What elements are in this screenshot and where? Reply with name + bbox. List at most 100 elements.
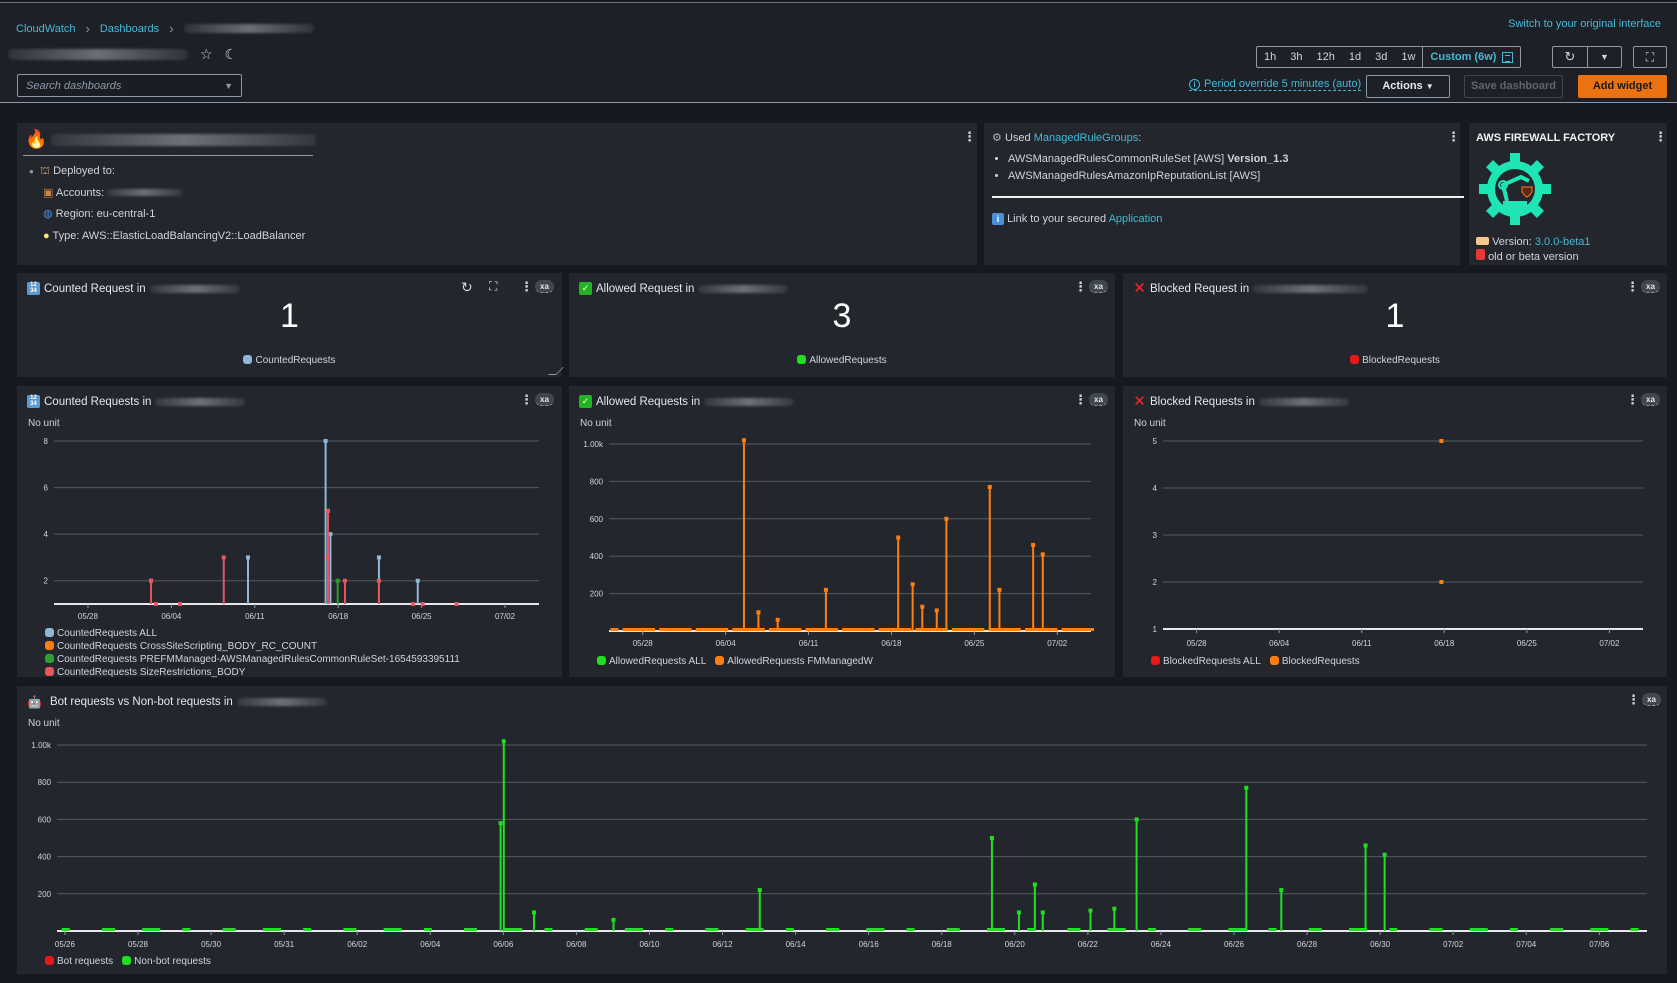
deployed-to-label: Deployed to: [53, 165, 115, 177]
application-link[interactable]: Application [1109, 213, 1163, 225]
data-point [1016, 910, 1021, 915]
baseline-activity [647, 628, 656, 631]
x-tick-label: 06/25 [412, 612, 433, 621]
data-point [410, 602, 415, 606]
widget-menu-icon[interactable]: ⋮ [963, 129, 976, 145]
widget-menu-icon[interactable]: ⋮ [1626, 279, 1639, 295]
widget-menu-icon[interactable]: ⋮ [1074, 279, 1087, 295]
xa-badge[interactable]: xa [1089, 280, 1108, 293]
time-range-12h[interactable]: 12h [1310, 47, 1342, 67]
actions-button[interactable]: Actions ▼ [1366, 75, 1450, 98]
moon-icon[interactable]: ☾ [225, 46, 238, 63]
xa-badge[interactable]: xa [1642, 693, 1661, 706]
data-point [1279, 888, 1284, 893]
save-dashboard-button[interactable]: Save dashboard [1464, 75, 1563, 98]
x-tick-label: 05/28 [78, 612, 99, 621]
legend-swatch [243, 355, 253, 364]
legend-swatch [1350, 355, 1360, 364]
baseline-activity [101, 928, 115, 931]
star-icon[interactable]: ☆ [200, 46, 213, 63]
data-point [1031, 542, 1036, 547]
expand-icon[interactable]: ⛶ [489, 279, 497, 294]
horizontal-rule [992, 196, 1464, 198]
legend-item[interactable]: Non-bot requests [122, 956, 211, 967]
period-override-link[interactable]: i Period override 5 minutes (auto) [1189, 78, 1362, 91]
widget-menu-icon[interactable]: ⋮ [1447, 129, 1460, 145]
counted-request-single-value: 12 34 Counted Request in ↻ ⛶ ⋮ xa 1 Counte… [17, 273, 564, 377]
baseline-activity [939, 628, 948, 631]
time-range-custom[interactable]: Custom (6w) [1422, 47, 1520, 67]
title-redacted [155, 397, 246, 406]
switch-interface-link[interactable]: Switch to your original interface [1508, 18, 1661, 30]
baseline-activity [665, 928, 674, 931]
time-range-3d[interactable]: 3d [1368, 47, 1394, 67]
data-point [1439, 580, 1444, 584]
baseline-activity [768, 628, 782, 631]
data-point [335, 578, 340, 583]
legend-item[interactable]: CountedRequests ALL [45, 628, 460, 639]
add-widget-button[interactable]: Add widget [1578, 75, 1667, 98]
search-dashboards[interactable]: ▼ [17, 74, 242, 97]
widget-menu-icon[interactable]: ⋮ [520, 392, 533, 408]
legend-swatch [122, 956, 132, 965]
time-range-1h[interactable]: 1h [1257, 47, 1283, 67]
time-range-3h[interactable]: 3h [1283, 47, 1309, 67]
xa-badge[interactable]: xa [1089, 393, 1108, 406]
blocked-requests-chart-widget: ✕ Blocked Requests in ⋮ xa No unit 1 2 3 4 5 0… [1123, 386, 1667, 677]
legend-swatch [715, 656, 725, 665]
time-range-1d[interactable]: 1d [1342, 47, 1368, 67]
legend-item[interactable]: AllowedRequests FMManagedW [715, 656, 873, 667]
x-tick-label: 06/18 [328, 612, 349, 621]
x-tick-label: 05/31 [274, 940, 295, 949]
baseline-activity [705, 928, 719, 931]
x-tick-label: 05/26 [55, 940, 76, 949]
legend-item[interactable]: CountedRequests CrossSiteScripting_BODY_… [45, 641, 460, 652]
refresh-group: ↻ ▼ [1552, 46, 1622, 68]
caret-down-icon[interactable]: ▼ [224, 81, 233, 91]
breadcrumb-dashboards[interactable]: Dashboards [100, 23, 159, 35]
title-redacted [704, 397, 795, 406]
time-range-1w[interactable]: 1w [1394, 47, 1422, 67]
resize-handle[interactable] [548, 367, 564, 375]
info-icon: i [992, 213, 1004, 225]
legend-item[interactable]: BlockedRequests [1269, 656, 1360, 667]
baseline-activity [1147, 928, 1156, 931]
managed-rule-groups-link[interactable]: ManagedRuleGroups [1034, 132, 1139, 144]
x-tick-label: 06/08 [566, 940, 587, 949]
blocked-requests-chart: 1 2 3 4 5 05/28 06/04 06/11 06/18 06/25 07/02 [1153, 437, 1643, 648]
legend-item[interactable]: AllowedRequests ALL [597, 656, 706, 667]
legend-item[interactable]: BlockedRequests ALL [1151, 656, 1261, 667]
rules-list: AWSManagedRulesCommonRuleSet [AWS] Versi… [1008, 151, 1288, 185]
baseline-activity [1630, 928, 1639, 931]
widget-menu-icon[interactable]: ⋮ [1654, 129, 1667, 145]
xa-badge[interactable]: xa [1641, 280, 1660, 293]
xa-badge[interactable]: xa [1641, 393, 1660, 406]
refresh-icon[interactable]: ↻ [1553, 47, 1587, 67]
baseline-activity [1429, 928, 1443, 931]
refresh-options-caret-icon[interactable]: ▼ [1587, 47, 1621, 67]
baseline-activity [829, 628, 838, 631]
legend-item[interactable]: Bot requests [45, 956, 113, 967]
xa-badge[interactable]: xa [535, 393, 554, 406]
version-link[interactable]: 3.0.0-beta1 [1535, 236, 1591, 248]
widget-menu-icon[interactable]: ⋮ [1627, 692, 1640, 708]
widget-menu-icon[interactable]: ⋮ [520, 279, 533, 295]
baseline-activity [866, 628, 875, 631]
xa-badge[interactable]: xa [535, 280, 554, 293]
title-divider [23, 155, 313, 156]
search-input[interactable] [26, 79, 206, 92]
widget-menu-icon[interactable]: ⋮ [1074, 392, 1087, 408]
refresh-icon[interactable]: ↻ [461, 279, 473, 296]
legend-item[interactable]: CountedRequests SizeRestrictions_BODY [45, 667, 460, 678]
single-value: 1 [280, 297, 299, 335]
data-point [1040, 552, 1045, 557]
fire-icon: 🔥 [25, 129, 48, 149]
legend-label: CountedRequests ALL [57, 628, 158, 639]
legend-item[interactable]: CountedRequests PREFMManaged-AWSManagedR… [45, 654, 460, 665]
breadcrumb-cloudwatch[interactable]: CloudWatch [16, 23, 76, 35]
siren-icon [1476, 249, 1485, 260]
x-tick-label: 06/18 [1434, 639, 1455, 648]
widget-menu-icon[interactable]: ⋮ [1626, 392, 1639, 408]
fullscreen-icon[interactable]: ⛶ [1633, 46, 1667, 68]
x-tick-label: 06/18 [881, 639, 902, 648]
